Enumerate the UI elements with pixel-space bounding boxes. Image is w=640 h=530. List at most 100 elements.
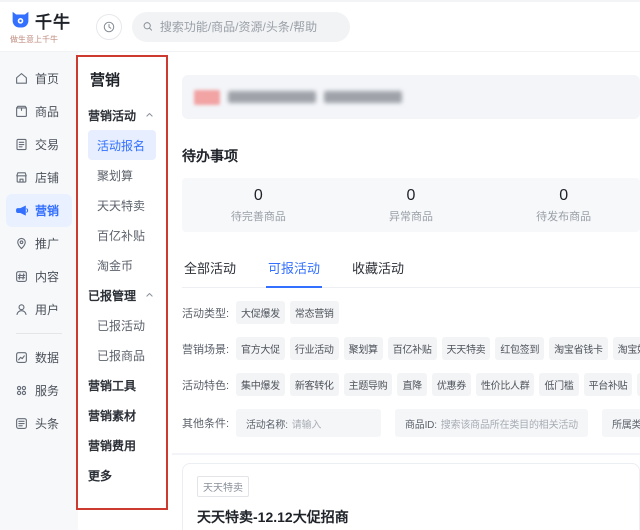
filter-tag[interactable]: 百亿补贴 [387,337,437,360]
tab-open[interactable]: 可报活动 [266,252,323,288]
search-input[interactable] [159,19,340,34]
logo-tagline: 做生意上千牛 [10,35,58,44]
qianniu-logo[interactable]: 千牛 做生意上千牛 [10,8,84,45]
category-field[interactable]: 所属类目:请选择 [601,409,640,437]
sidebar-item-promotion[interactable]: 推广 [6,227,72,260]
headline-icon [14,416,29,431]
filter-tag[interactable]: 淘宝省钱卡 [549,337,608,360]
filter-tag[interactable]: 行业活动 [289,337,339,360]
stat-value: 0 [253,186,263,204]
sidebar-item-label: 推广 [35,237,60,251]
sidebar-item-label: 店铺 [35,171,60,185]
filter-tag[interactable]: 红包签到 [495,337,545,360]
sidebar-item-label: 用户 [35,303,60,317]
menu-item-marketing-materials[interactable]: 营销素材 [88,400,162,430]
field-placeholder: 搜索该商品所在类目的相关活动 [440,419,578,431]
stat-label: 待完善商品 [230,210,286,223]
filter-tags: 官方大促行业活动聚划算百亿补贴天天特卖红包签到淘宝省钱卡淘宝好货芭芭农场 [236,337,640,360]
other-conditions-row: 其他条件: 活动名称:请输入商品ID:搜索该商品所在类目的相关活动所属类目:请选… [182,409,640,437]
menu-item-billion-subsidy[interactable]: 百亿补贴 [88,220,162,250]
redacted-text [324,91,402,103]
filter-label: 其他条件: [182,418,230,430]
sidebar-item-data[interactable]: 数据 [6,341,72,374]
sidebar-item-trade[interactable]: 交易 [6,128,72,161]
stat-value: 0 [559,186,569,204]
content-icon [14,269,29,284]
filter-tag[interactable]: 平台补贴 [583,373,633,396]
sidebar-item-service[interactable]: 服务 [6,374,72,407]
redacted-icon [194,89,220,105]
todo-section-title: 待办事项 [182,148,238,164]
menu-item-reported-activities[interactable]: 已报活动 [88,310,162,340]
menu-item-reported-goods[interactable]: 已报商品 [88,340,162,370]
notice-banner [182,75,640,119]
stat-label: 异常商品 [389,210,433,223]
filter-tag[interactable]: 常态营销 [289,301,339,324]
filter-tag[interactable]: 直降 [397,373,427,396]
todo-stat[interactable]: 0 待完善商品 [182,187,335,224]
menu-item-tiantian-tesale[interactable]: 天天特卖 [88,190,162,220]
trade-icon [14,137,29,152]
sidebar-item-label: 服务 [35,384,60,398]
tab-favorite[interactable]: 收藏活动 [350,252,406,287]
sidebar-divider [16,333,62,334]
other-conditions-fields: 活动名称:请输入商品ID:搜索该商品所在类目的相关活动所属类目:请选择 [236,409,640,437]
chevron-up-icon [145,111,154,119]
sidebar-item-goods[interactable]: 商品 [6,95,72,128]
activity-name-field[interactable]: 活动名称: 请输入 [236,409,381,437]
goods-icon [14,104,29,119]
home-icon [14,71,29,86]
filter-row: 活动特色: 集中爆发新客转化主题导购直降优惠券性价比人群低门槛平台补贴审核快 [182,373,640,396]
activity-tabs: 全部活动 可报活动 收藏活动 [182,252,640,288]
filter-label: 营销场景: [182,343,230,356]
menu-item-more[interactable]: 更多 [88,460,162,490]
sidebar-item-label: 头条 [35,417,60,431]
filter-tag[interactable]: 天天特卖 [441,337,491,360]
secondary-menu: 营销活动 活动报名 聚划算 天天特卖 百亿补贴 淘金币 已报管理 已报活动 已报商品 营销工具 营销… [88,100,162,490]
stat-value: 0 [406,186,416,204]
promotion-icon [14,236,29,251]
activity-title[interactable]: 天天特卖-12.12大促招商 [197,507,625,527]
product-id-field[interactable]: 商品ID: 搜索该商品所在类目的相关活动 [395,409,588,437]
filter-tag[interactable]: 大促爆发 [236,301,285,324]
sidebar-item-user[interactable]: 用户 [6,293,72,326]
sidebar-item-home[interactable]: 首页 [6,62,72,95]
menu-item-marketing-activities[interactable]: 营销活动 [88,100,162,130]
marketing-icon [14,203,29,218]
menu-item-activity-signup[interactable]: 活动报名 [88,130,156,160]
field-label: 活动名称: [246,419,288,431]
main-content: 待办事项 0 待完善商品 0 异常商品 0 待发布商品 全部活动 可报活动 收藏活动 活动类型… [172,52,640,530]
filter-tag[interactable]: 优惠券 [431,373,471,396]
filter-tag[interactable]: 低门槛 [539,373,579,396]
filter-tag[interactable]: 主题导购 [343,373,393,396]
menu-item-taojinbi[interactable]: 淘金币 [88,250,162,280]
search-icon [143,22,153,31]
global-search[interactable] [132,11,350,42]
field-label: 所属类目: [611,419,640,431]
filter-tag[interactable]: 新客转化 [289,373,339,396]
field-placeholder: 请输入 [291,419,322,431]
activity-card[interactable]: 天天特卖 天天特卖-12.12大促招商 2021年天天特卖12.12大促招商正式… [182,463,640,530]
highlight-red-border: 营销 营销活动 活动报名 聚划算 天天特卖 百亿补贴 淘金币 已报管理 已报活动 已报商品 营销工… [76,55,168,510]
sidebar-item-label: 营销 [35,204,60,218]
filter-tag[interactable]: 集中爆发 [236,373,285,396]
todo-stat[interactable]: 0 待发布商品 [487,187,640,224]
history-button[interactable] [96,13,122,40]
menu-item-marketing-tools[interactable]: 营销工具 [88,370,162,400]
menu-item-juhuasuan[interactable]: 聚划算 [88,160,162,190]
filter-tag[interactable]: 淘宝好货 [612,337,640,360]
menu-item-marketing-fees[interactable]: 营销费用 [88,430,162,460]
filter-tag[interactable]: 性价比人群 [475,373,535,396]
sidebar-item-content[interactable]: 内容 [6,260,72,293]
filter-tag[interactable]: 官方大促 [236,337,285,360]
menu-group-label: 已报管理 [88,288,137,303]
service-icon [14,383,29,398]
menu-item-reported-management[interactable]: 已报管理 [88,280,162,310]
tab-all[interactable]: 全部活动 [182,252,238,287]
data-icon [14,350,29,365]
sidebar-item-marketing[interactable]: 营销 [6,194,72,227]
sidebar-item-headline[interactable]: 头条 [6,407,72,440]
filter-tag[interactable]: 聚划算 [343,337,383,360]
todo-stat[interactable]: 0 异常商品 [335,187,488,224]
sidebar-item-shop[interactable]: 店铺 [6,161,72,194]
